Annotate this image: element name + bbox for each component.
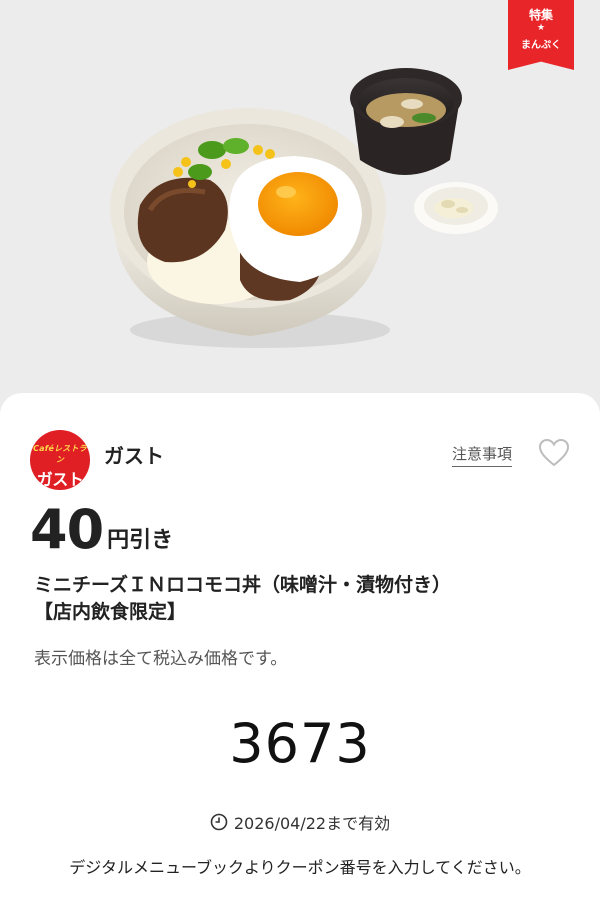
- ribbon-subtitle: まんぷく: [521, 40, 561, 51]
- shop-name: ガスト: [104, 444, 164, 468]
- discount-amount: 40 円引き: [30, 500, 173, 560]
- expiry-text: 2026/04/22まで有効: [233, 814, 391, 833]
- feature-ribbon: 特集 ★ まんぷく: [508, 0, 574, 70]
- usage-instruction: デジタルメニューブックよりクーポン番号を入力してください。: [69, 858, 531, 877]
- shop-logo: Caféレストラン ガスト: [30, 430, 90, 490]
- product-name: ミニチーズＩＮロコモコ丼（味噌汁・漬物付き） 【店内飲食限定】: [34, 572, 451, 626]
- product-name-line1: ミニチーズＩＮロコモコ丼（味噌汁・漬物付き）: [34, 574, 452, 596]
- expiry-date: 2026/04/22まで有効: [0, 810, 600, 834]
- product-photo: 特集 ★ まんぷく: [0, 0, 600, 405]
- ribbon-title: 特集: [528, 8, 553, 22]
- coupon-code: 3673: [229, 712, 371, 775]
- star-icon: ★: [536, 23, 546, 33]
- notice-link[interactable]: 注意事項: [452, 443, 513, 467]
- heart-outline-icon[interactable]: [538, 438, 570, 468]
- logo-subtext: Caféレストラン: [33, 444, 87, 464]
- clock-icon: [210, 813, 228, 831]
- tax-note: 表示価格は全て税込み価格です。: [34, 649, 288, 669]
- product-name-line2: 【店内飲食限定】: [34, 601, 187, 623]
- discount-unit: 円引き: [107, 528, 174, 553]
- discount-value: 40: [30, 498, 104, 561]
